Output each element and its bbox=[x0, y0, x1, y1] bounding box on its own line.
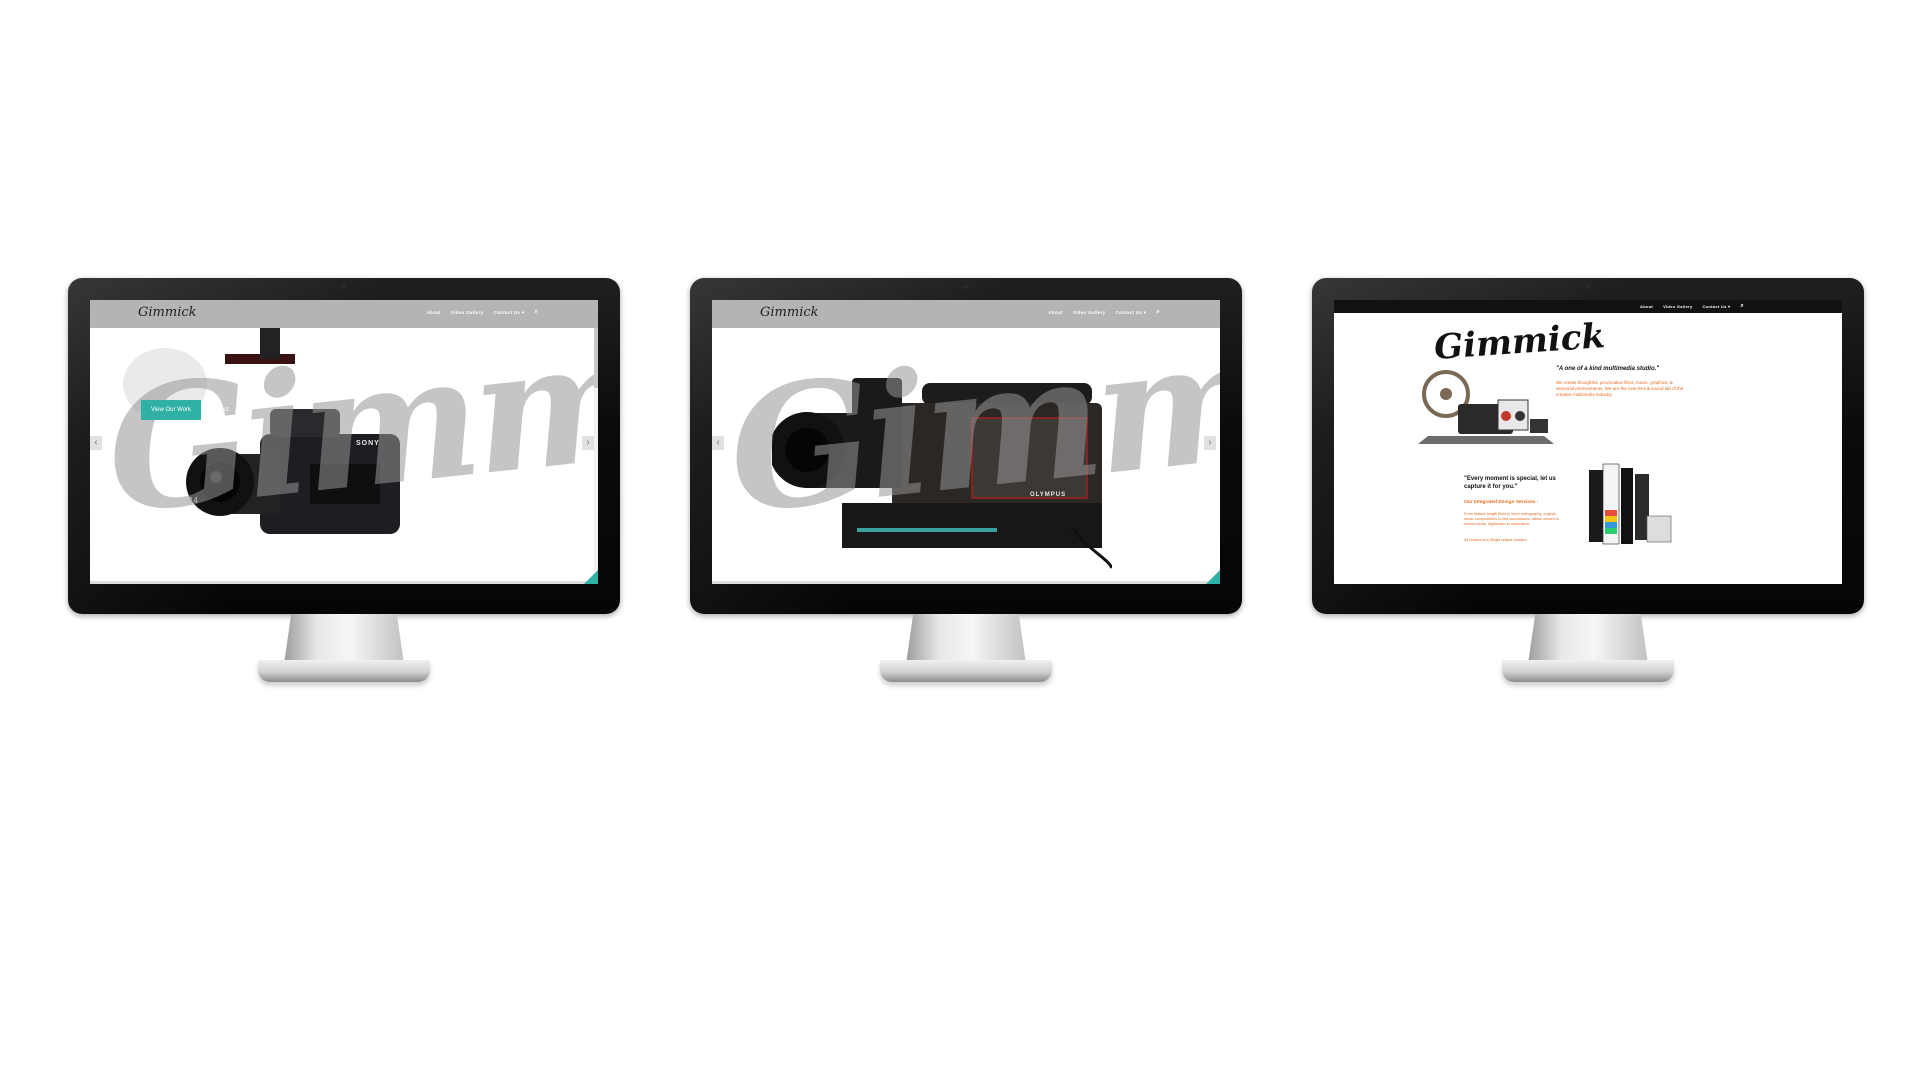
nav-about[interactable]: About bbox=[1048, 310, 1063, 316]
slider-progress bbox=[712, 581, 1220, 584]
monitor-bezel: Gimmick About Video Gallery Contact Us ▾… bbox=[690, 278, 1242, 614]
webcam-dot bbox=[964, 285, 968, 289]
scroll-top-badge[interactable] bbox=[584, 570, 598, 584]
monitor-stand-foot bbox=[880, 660, 1052, 682]
scrollbar-thumb[interactable] bbox=[594, 328, 598, 388]
monitor-stand-neck bbox=[284, 614, 404, 664]
projector-table bbox=[1418, 436, 1554, 444]
screen-homepage-slide-2: Gimmick About Video Gallery Contact Us ▾… bbox=[712, 300, 1220, 584]
view-our-work-button[interactable]: View Our Work bbox=[141, 400, 201, 420]
monitor-stand-foot bbox=[258, 660, 430, 682]
tv-set bbox=[1530, 419, 1548, 433]
nav-video-gallery[interactable]: Video Gallery bbox=[451, 310, 484, 316]
slider-progress bbox=[90, 581, 598, 584]
site-navbar: Gimmick About Video Gallery Contact Us ▾… bbox=[712, 300, 1220, 328]
tape-box-1 bbox=[1589, 470, 1603, 542]
screen-homepage-slide-1: Gimmick About Video Gallery Contact Us ▾… bbox=[90, 300, 598, 584]
nav-contact[interactable]: Contact Us ▾ bbox=[1702, 304, 1730, 309]
search-icon[interactable]: ⌕ bbox=[1156, 309, 1160, 316]
nav-contact[interactable]: Contact Us ▾ bbox=[493, 310, 524, 316]
webcam-dot bbox=[1586, 285, 1590, 289]
nav-links: About Video Gallery Contact Us ▾ ⌕ bbox=[1048, 309, 1160, 316]
site-logo[interactable]: Gimmick bbox=[760, 305, 819, 320]
cassette bbox=[1646, 515, 1672, 543]
site-navbar-dark: About Video Gallery Contact Us ▾ ⌕ bbox=[1334, 300, 1842, 313]
nav-about[interactable]: About bbox=[426, 310, 441, 316]
monitor-bezel: Gimmick About Video Gallery Contact Us ▾… bbox=[68, 278, 620, 614]
scrollbar[interactable] bbox=[594, 328, 598, 584]
nav-video-gallery[interactable]: Video Gallery bbox=[1073, 310, 1106, 316]
monitor-3: About Video Gallery Contact Us ▾ ⌕ Gimmi… bbox=[1312, 278, 1864, 698]
search-icon[interactable]: ⌕ bbox=[534, 309, 538, 316]
scroll-top-badge[interactable] bbox=[1206, 570, 1220, 584]
tape-box-2 bbox=[1621, 468, 1633, 544]
slider-next-arrow[interactable]: › bbox=[582, 436, 594, 450]
nav-links: About Video Gallery Contact Us ▾ ⌕ bbox=[1640, 303, 1744, 309]
nav-links: About Video Gallery Contact Us ▾ ⌕ bbox=[426, 309, 538, 316]
slider-prev-arrow[interactable]: ‹ bbox=[712, 436, 724, 450]
monitor-stand-neck bbox=[906, 614, 1026, 664]
slider-prev-arrow[interactable]: ‹ bbox=[90, 436, 102, 450]
nav-video-gallery[interactable]: Video Gallery bbox=[1663, 304, 1692, 309]
nav-about[interactable]: About bbox=[1640, 304, 1653, 309]
studio-tagline: "A one of a kind multimedia studio." bbox=[1556, 366, 1660, 372]
services-footer: All Hosted at a Single unique location. bbox=[1464, 538, 1528, 542]
media-tapes-image bbox=[1589, 463, 1672, 545]
search-icon[interactable]: ⌕ bbox=[1740, 303, 1744, 309]
slider-next-arrow[interactable]: › bbox=[1204, 436, 1216, 450]
quote-heading: "Every moment is special, let us capture… bbox=[1464, 476, 1556, 490]
services-heading: Our Integrated Design Services : bbox=[1464, 500, 1539, 505]
webcam-dot bbox=[342, 285, 346, 289]
monitor-stand-foot bbox=[1502, 660, 1674, 682]
film-projector-image bbox=[1418, 370, 1554, 444]
services-text: From feature length films to short video… bbox=[1464, 512, 1559, 526]
studio-description: We create thoughtful, provocative films,… bbox=[1556, 380, 1684, 397]
monitor-bezel: About Video Gallery Contact Us ▾ ⌕ Gimmi… bbox=[1312, 278, 1864, 614]
monitor-stand-neck bbox=[1528, 614, 1648, 664]
site-logo[interactable]: Gimmick bbox=[138, 305, 197, 320]
nav-contact[interactable]: Contact Us ▾ bbox=[1115, 310, 1146, 316]
monitor-2: Gimmick About Video Gallery Contact Us ▾… bbox=[690, 278, 1242, 698]
screen-about-page: About Video Gallery Contact Us ▾ ⌕ Gimmi… bbox=[1334, 300, 1842, 584]
site-navbar: Gimmick About Video Gallery Contact Us ▾… bbox=[90, 300, 598, 328]
hero-watermark: Gimmick bbox=[719, 300, 1220, 552]
monitor-1: Gimmick About Video Gallery Contact Us ▾… bbox=[68, 278, 620, 698]
contact-button[interactable]: Contact bbox=[208, 400, 229, 420]
hero-logo: Gimmick bbox=[1432, 316, 1607, 368]
